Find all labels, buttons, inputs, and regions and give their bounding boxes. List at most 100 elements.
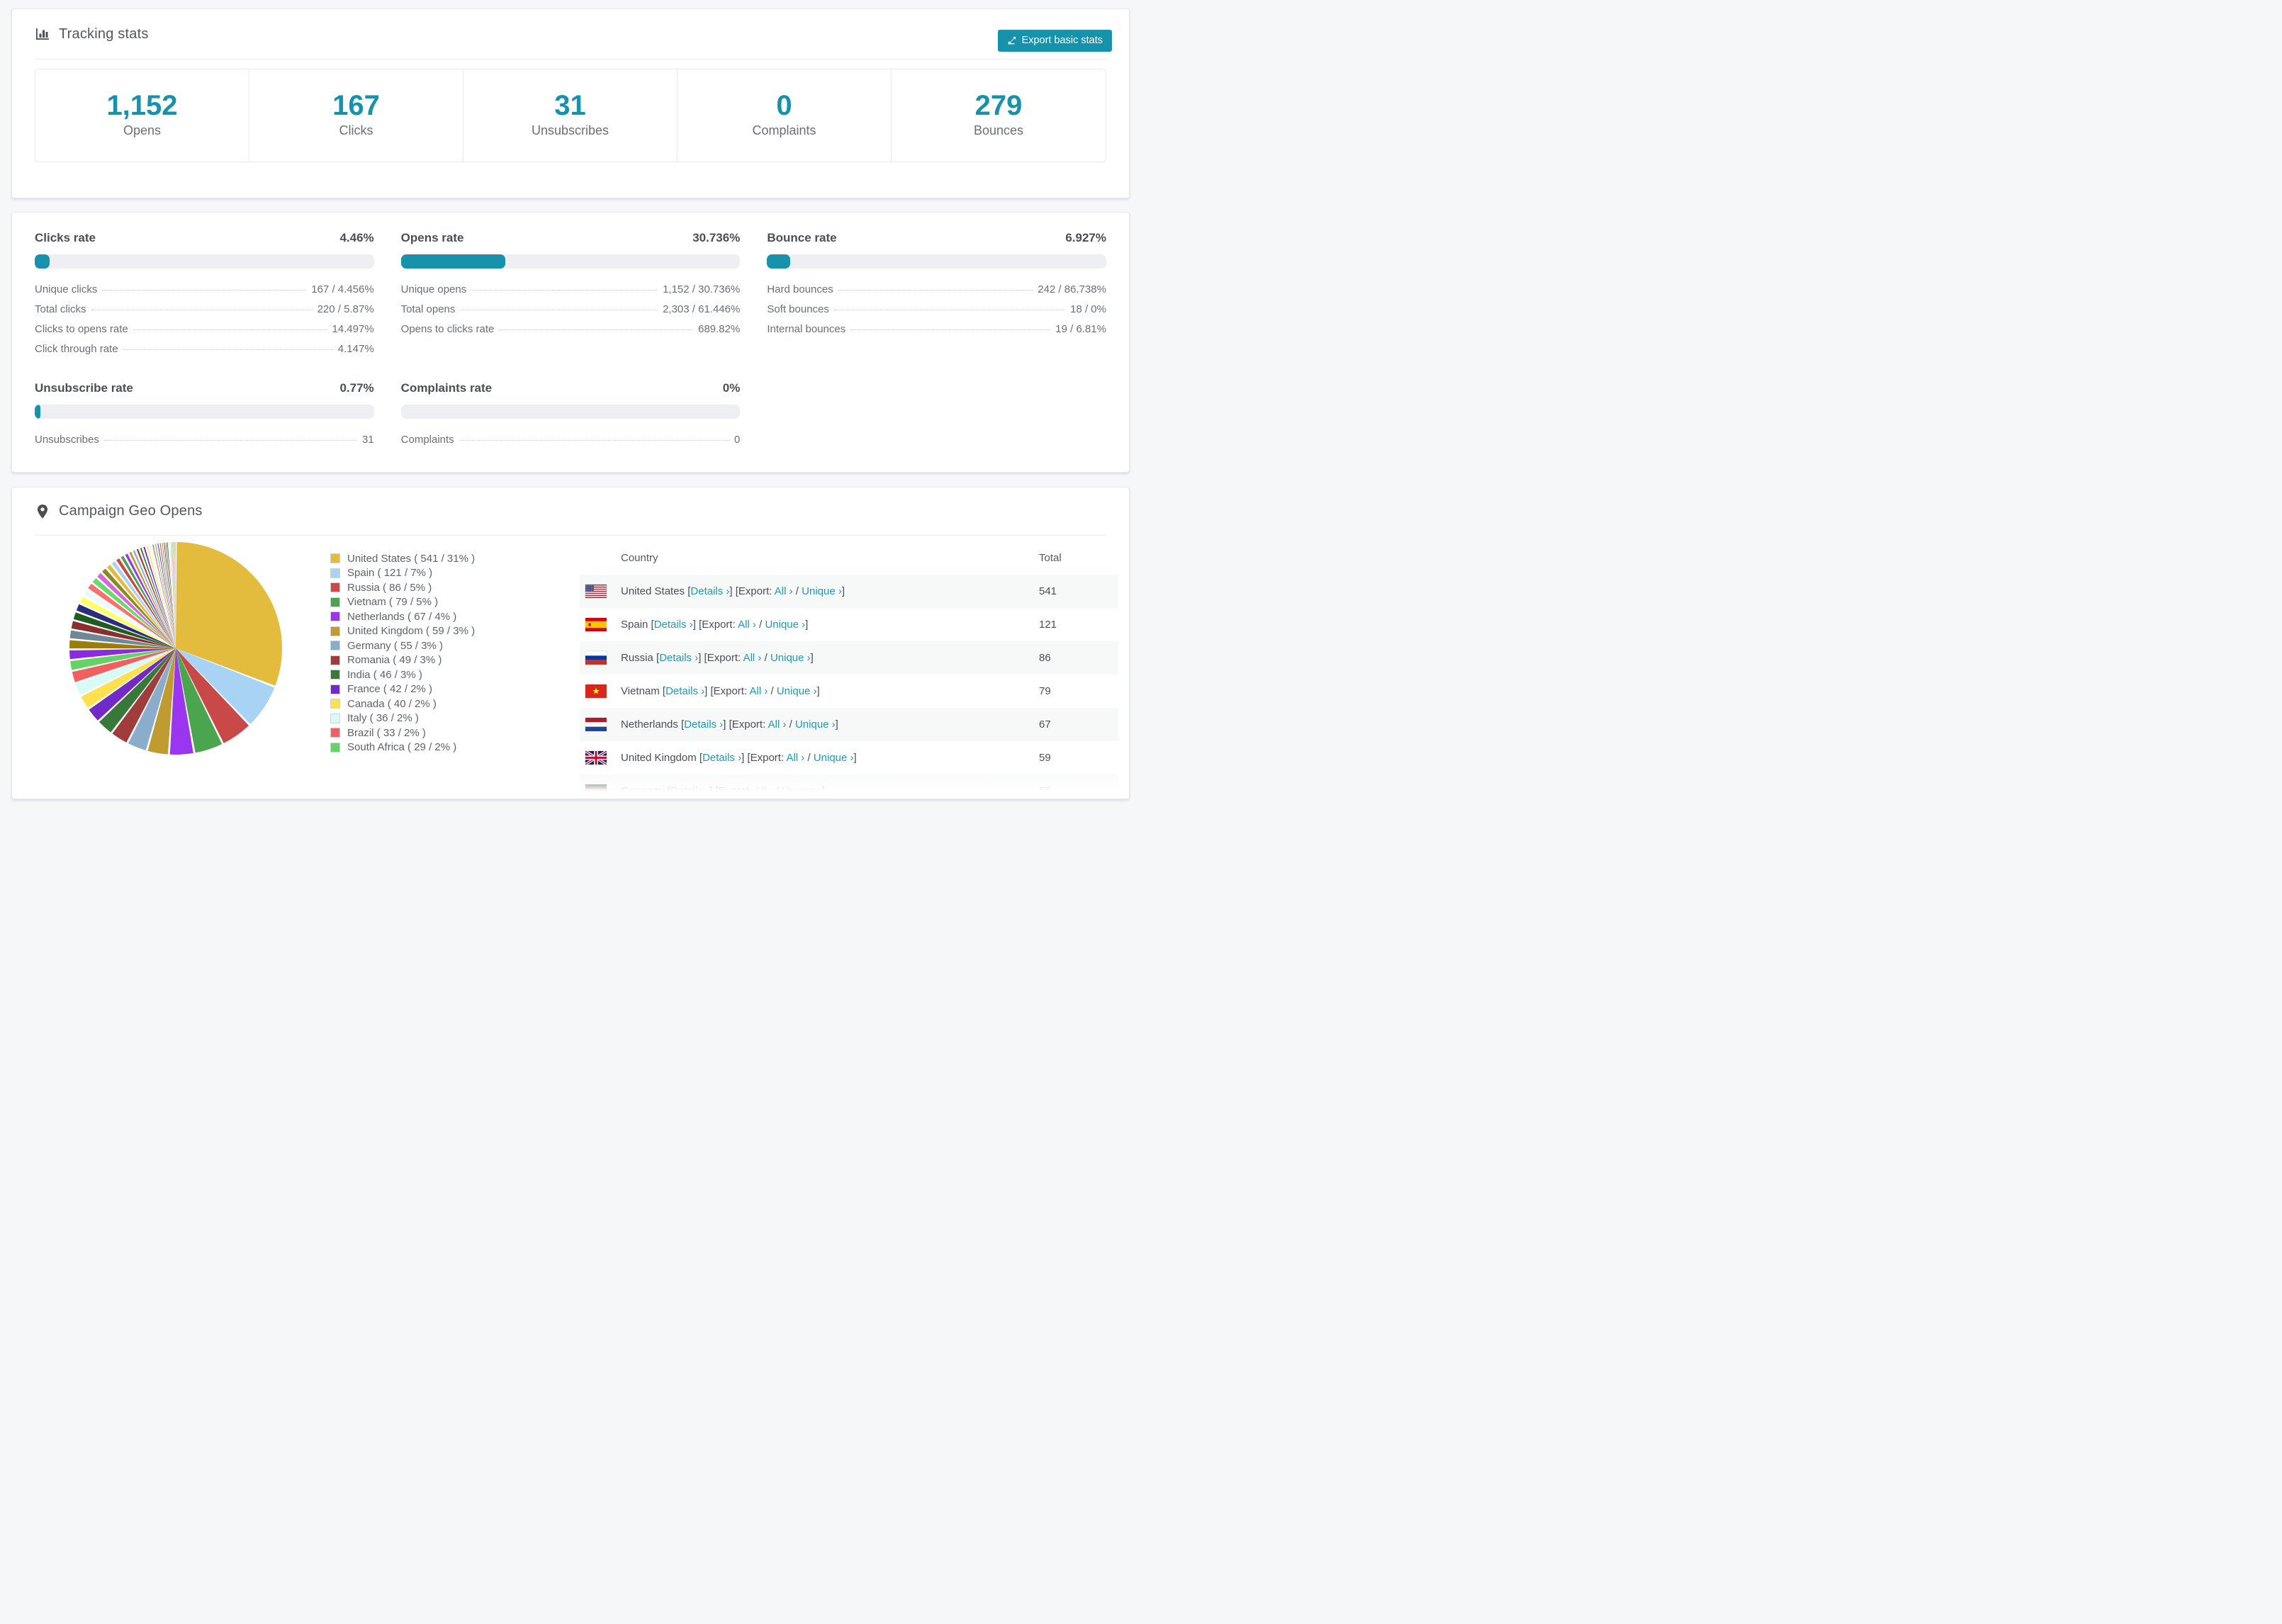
export-all-link[interactable]: All › bbox=[786, 752, 804, 764]
details-link[interactable]: Details › bbox=[684, 718, 723, 731]
rate-row-opens-to-clicks-rate: Opens to clicks rate 689.82% bbox=[401, 323, 741, 343]
export-all-link[interactable]: All › bbox=[738, 619, 756, 631]
rate-row-clicks-to-opens-rate: Clicks to opens rate 14.497% bbox=[35, 323, 374, 343]
stat-value: 167 bbox=[332, 90, 380, 121]
flag-es-icon bbox=[585, 618, 607, 631]
total-cell: 121 bbox=[1039, 619, 1057, 631]
legend-item-spain[interactable]: Spain ( 121 / 7% ) bbox=[330, 566, 475, 581]
stat-label: Opens bbox=[123, 123, 162, 137]
rate-row-value: 220 / 5.87% bbox=[317, 303, 374, 315]
stat-value: 279 bbox=[974, 90, 1023, 121]
unsubscribe-rate-progress-bar bbox=[35, 405, 374, 419]
export-all-link[interactable]: All › bbox=[743, 652, 762, 664]
export-unique-link[interactable]: Unique › bbox=[814, 752, 854, 764]
stat-label: Unsubscribes bbox=[531, 123, 609, 137]
legend-item-vietnam[interactable]: Vietnam ( 79 / 5% ) bbox=[330, 595, 475, 610]
legend-label: Canada ( 40 / 2% ) bbox=[347, 697, 437, 710]
dotted-leader bbox=[471, 290, 658, 291]
legend-item-united-states[interactable]: United States ( 541 / 31% ) bbox=[330, 551, 475, 566]
export-all-link[interactable]: All › bbox=[749, 685, 768, 697]
legend-swatch bbox=[330, 742, 340, 752]
country-cell: Russia [Details ›] [Export: All › / Uniq… bbox=[621, 652, 814, 664]
export-unique-link[interactable]: Unique › bbox=[770, 652, 811, 664]
rate-row-hard-bounces: Hard bounces 242 / 86.738% bbox=[767, 283, 1106, 303]
export-all-link[interactable]: All › bbox=[775, 585, 793, 597]
rate-section-bounce-rate: Bounce rate 6.927% Hard bounces 242 / 86… bbox=[767, 231, 1106, 363]
legend-item-france[interactable]: France ( 42 / 2% ) bbox=[330, 682, 475, 697]
legend-item-brazil[interactable]: Brazil ( 33 / 2% ) bbox=[330, 726, 475, 740]
details-link[interactable]: Details › bbox=[690, 585, 729, 597]
legend-label: India ( 46 / 3% ) bbox=[347, 668, 422, 681]
rate-title: Opens rate bbox=[400, 231, 464, 244]
details-link[interactable]: Details › bbox=[654, 619, 693, 631]
legend-label: Netherlands ( 67 / 4% ) bbox=[347, 610, 457, 623]
flag-cell bbox=[585, 585, 621, 598]
stat-value: 31 bbox=[554, 90, 586, 121]
export-unique-link[interactable]: Unique › bbox=[777, 685, 817, 697]
complaints-rate-progress-bar bbox=[400, 405, 741, 419]
export-all-link[interactable]: All › bbox=[754, 785, 772, 797]
country-cell: United Kingdom [Details ›] [Export: All … bbox=[621, 752, 857, 764]
export-unique-link[interactable]: Unique › bbox=[765, 619, 805, 631]
rate-row-label: Clicks to opens rate bbox=[35, 323, 128, 335]
legend-item-russia[interactable]: Russia ( 86 / 5% ) bbox=[330, 580, 475, 595]
export-unique-link[interactable]: Unique › bbox=[782, 785, 822, 797]
legend-item-germany[interactable]: Germany ( 55 / 3% ) bbox=[330, 638, 475, 653]
country-cell: Germany [Details ›] [Export: All › / Uni… bbox=[621, 785, 825, 797]
legend-item-united-kingdom[interactable]: United Kingdom ( 59 / 3% ) bbox=[330, 624, 475, 639]
legend-swatch bbox=[330, 641, 340, 651]
export-unique-link[interactable]: Unique › bbox=[795, 718, 836, 731]
rate-row-value: 242 / 86.738% bbox=[1038, 283, 1106, 295]
details-link[interactable]: Details › bbox=[702, 752, 741, 764]
rate-row-unique-opens: Unique opens 1,152 / 30.736% bbox=[401, 283, 741, 303]
rate-row-label: Opens to clicks rate bbox=[400, 323, 495, 335]
legend-item-south-africa[interactable]: South Africa ( 29 / 2% ) bbox=[330, 740, 475, 755]
export-unique-link[interactable]: Unique › bbox=[802, 585, 842, 597]
flag-vn-icon bbox=[585, 684, 607, 698]
legend-label: Italy ( 36 / 2% ) bbox=[347, 712, 419, 725]
country-cell: United States [Details ›] [Export: All ›… bbox=[621, 585, 845, 597]
rate-row-total-opens: Total opens 2,303 / 61.446% bbox=[401, 303, 741, 323]
legend-item-netherlands[interactable]: Netherlands ( 67 / 4% ) bbox=[330, 609, 475, 624]
rate-row-label: Unsubscribes bbox=[35, 434, 99, 446]
geo-row-vietnam: Vietnam [Details ›] [Export: All › / Uni… bbox=[580, 675, 1118, 708]
legend-swatch bbox=[330, 553, 340, 564]
legend-item-india[interactable]: India ( 46 / 3% ) bbox=[330, 667, 475, 682]
rate-row-value: 0 bbox=[734, 434, 741, 446]
rate-row-label: Complaints bbox=[400, 434, 454, 446]
rate-title: Unsubscribe rate bbox=[35, 381, 133, 395]
rate-value: 30.736% bbox=[692, 231, 741, 244]
legend-item-italy[interactable]: Italy ( 36 / 2% ) bbox=[330, 711, 475, 726]
legend-swatch bbox=[330, 713, 340, 723]
total-cell: 86 bbox=[1039, 652, 1051, 664]
details-link[interactable]: Details › bbox=[659, 652, 698, 664]
progress-fill bbox=[35, 254, 50, 269]
geo-row-netherlands: Netherlands [Details ›] [Export: All › /… bbox=[580, 708, 1118, 741]
details-link[interactable]: Details › bbox=[665, 685, 704, 697]
legend-swatch bbox=[330, 655, 340, 665]
export-button-label: Export basic stats bbox=[1021, 35, 1103, 46]
rate-row-internal-bounces: Internal bounces 19 / 6.81% bbox=[767, 323, 1106, 343]
bounce-rate-progress-bar bbox=[767, 254, 1106, 269]
tracking-stats-card: Tracking stats Export basic stats 1,152 … bbox=[11, 9, 1130, 198]
rate-row-soft-bounces: Soft bounces 18 / 0% bbox=[767, 303, 1106, 323]
opens-rate-progress-bar bbox=[400, 254, 741, 269]
legend-item-romania[interactable]: Romania ( 49 / 3% ) bbox=[330, 653, 475, 668]
progress-fill bbox=[400, 254, 505, 269]
geo-header-divider bbox=[35, 535, 1106, 536]
rate-row-value: 4.147% bbox=[337, 343, 374, 355]
flag-cell bbox=[585, 651, 621, 665]
export-all-link[interactable]: All › bbox=[768, 718, 787, 731]
details-link[interactable]: Details › bbox=[670, 785, 709, 797]
rate-row-value: 18 / 0% bbox=[1070, 303, 1106, 315]
rate-row-label: Unique opens bbox=[400, 283, 467, 295]
flag-cell bbox=[585, 784, 621, 798]
export-basic-stats-button[interactable]: Export basic stats bbox=[997, 29, 1112, 52]
rate-header: Complaints rate 0% bbox=[401, 381, 741, 395]
legend-item-canada[interactable]: Canada ( 40 / 2% ) bbox=[330, 697, 475, 711]
rate-row-label: Click through rate bbox=[35, 343, 118, 355]
geo-row-russia: Russia [Details ›] [Export: All › / Uniq… bbox=[580, 641, 1118, 675]
rate-title: Clicks rate bbox=[35, 231, 96, 244]
flag-us-icon bbox=[585, 585, 607, 598]
flag-ru-icon bbox=[585, 651, 607, 665]
